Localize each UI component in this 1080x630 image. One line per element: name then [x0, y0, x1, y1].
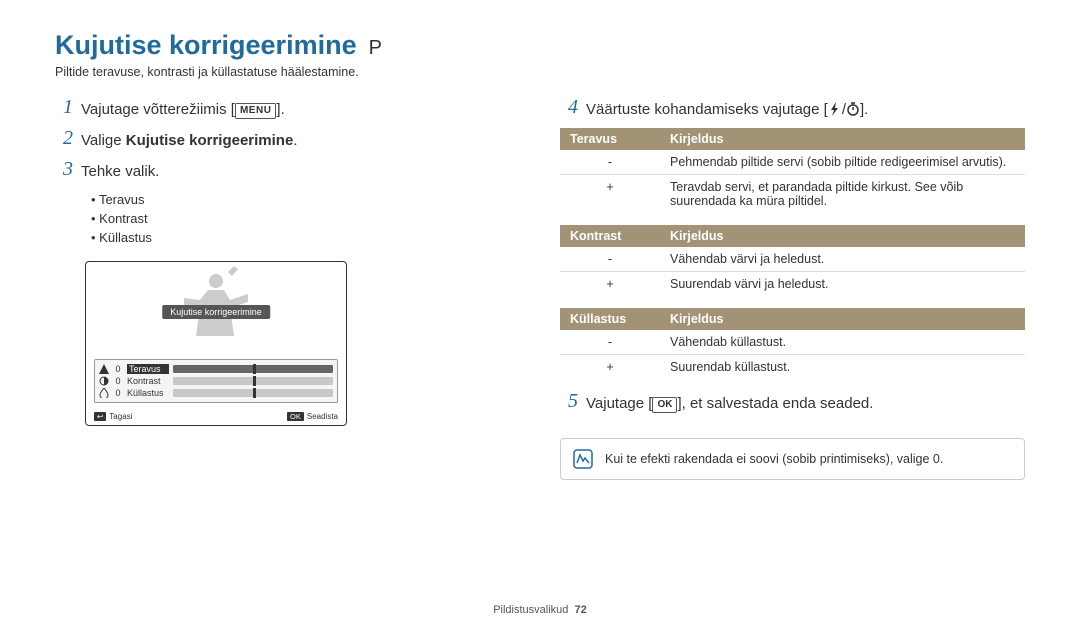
note-text: Kui te efekti rakendada ei soovi (sobib … — [605, 452, 943, 466]
cell-val: Teravdab servi, et parandada piltide kir… — [660, 175, 1025, 214]
step-number: 2 — [55, 128, 73, 148]
lcd-row-contrast: 0 Kontrast — [99, 375, 333, 387]
menu-icon: MENU — [235, 103, 276, 119]
cell-key: + — [560, 175, 660, 214]
cell-val: Suurendab värvi ja heledust. — [660, 272, 1025, 297]
step-text: Tehke valik. — [81, 159, 159, 182]
back-button-icon: ↩ — [94, 412, 106, 421]
step-text: Vajutage võtterežiimis [MENU]. — [81, 97, 285, 120]
step-text: Vajutage [OK], et salvestada enda seaded… — [586, 391, 873, 414]
th: Teravus — [560, 128, 660, 150]
lcd-slider — [173, 389, 333, 397]
ok-button-icon: OK — [287, 412, 304, 421]
ok-icon: OK — [652, 397, 677, 413]
th: Kirjeldus — [660, 225, 1025, 247]
page-mode: P — [369, 37, 382, 60]
table-row: +Teravdab servi, et parandada piltide ki… — [560, 175, 1025, 214]
text: Vajutage [ — [586, 395, 652, 412]
right-column: 4 Väärtuste kohandamiseks vajutage [/]. … — [560, 97, 1025, 480]
text: Vajutage võtterežiimis [ — [81, 101, 235, 118]
step-3: 3 Tehke valik. — [55, 159, 520, 182]
step-text: Väärtuste kohandamiseks vajutage [/]. — [586, 97, 868, 120]
step-5: 5 Vajutage [OK], et salvestada enda sead… — [560, 391, 1025, 414]
page-title: Kujutise korrigeerimine — [55, 30, 357, 61]
th: Küllastus — [560, 308, 660, 330]
flash-icon — [828, 101, 842, 115]
cell-key: + — [560, 272, 660, 297]
text: ]. — [860, 101, 868, 118]
step-number: 1 — [55, 97, 73, 117]
th: Kirjeldus — [660, 308, 1025, 330]
footer-section: Pildistusvalikud — [493, 604, 568, 616]
cell-key: - — [560, 150, 660, 175]
table-row: -Pehmendab piltide servi (sobib piltide … — [560, 150, 1025, 175]
back-label: Tagasi — [109, 412, 132, 421]
step-text: Valige Kujutise korrigeerimine. — [81, 128, 298, 151]
lcd-label: Kontrast — [127, 376, 169, 386]
saturation-icon — [99, 388, 109, 398]
bullet-item: Kontrast — [91, 209, 520, 228]
lcd-footer: ↩Tagasi OKSeadista — [94, 412, 338, 421]
th: Kontrast — [560, 225, 660, 247]
lcd-value: 0 — [113, 364, 123, 374]
step-1: 1 Vajutage võtterežiimis [MENU]. — [55, 97, 520, 120]
set-label: Seadista — [307, 412, 338, 421]
text: . — [293, 132, 297, 149]
bullet-item: Küllastus — [91, 228, 520, 247]
cell-key: + — [560, 355, 660, 380]
cell-key: - — [560, 247, 660, 272]
timer-icon — [846, 101, 860, 115]
cell-val: Vähendab värvi ja heledust. — [660, 247, 1025, 272]
lcd-slider — [173, 365, 333, 373]
table-contrast: KontrastKirjeldus -Vähendab värvi ja hel… — [560, 225, 1025, 296]
cell-val: Pehmendab piltide servi (sobib piltide r… — [660, 150, 1025, 175]
lcd-title: Kujutise korrigeerimine — [162, 305, 270, 319]
step-2: 2 Valige Kujutise korrigeerimine. — [55, 128, 520, 151]
table-sharpness: TeravusKirjeldus -Pehmendab piltide serv… — [560, 128, 1025, 213]
option-bullets: Teravus Kontrast Küllastus — [91, 190, 520, 247]
camera-lcd-preview: Kujutise korrigeerimine 0 Teravus 0 Kont… — [85, 261, 347, 426]
bullet-item: Teravus — [91, 190, 520, 209]
page-number: 72 — [575, 604, 587, 616]
table-row: -Vähendab küllastust. — [560, 330, 1025, 355]
table-row: +Suurendab küllastust. — [560, 355, 1025, 380]
text: Valige — [81, 132, 126, 149]
lcd-row-saturation: 0 Küllastus — [99, 387, 333, 399]
contrast-icon — [99, 376, 109, 386]
page-subtitle: Piltide teravuse, kontrasti ja küllastat… — [55, 65, 1025, 79]
table-saturation: KüllastusKirjeldus -Vähendab küllastust.… — [560, 308, 1025, 379]
lcd-row-sharpness: 0 Teravus — [99, 363, 333, 375]
bold-text: Kujutise korrigeerimine — [126, 132, 294, 149]
table-row: +Suurendab värvi ja heledust. — [560, 272, 1025, 297]
lcd-slider — [173, 377, 333, 385]
sharpness-icon — [99, 364, 109, 374]
silhouette-graphic — [176, 266, 256, 336]
left-column: 1 Vajutage võtterežiimis [MENU]. 2 Valig… — [55, 97, 520, 480]
cell-val: Vähendab küllastust. — [660, 330, 1025, 355]
step-4: 4 Väärtuste kohandamiseks vajutage [/]. — [560, 97, 1025, 120]
text: Väärtuste kohandamiseks vajutage [ — [586, 101, 828, 118]
step-number: 4 — [560, 97, 578, 117]
step-number: 3 — [55, 159, 73, 179]
lcd-label: Küllastus — [127, 388, 169, 398]
th: Kirjeldus — [660, 128, 1025, 150]
step-number: 5 — [560, 391, 578, 411]
lcd-panel: 0 Teravus 0 Kontrast 0 Küllastus — [94, 359, 338, 403]
table-row: -Vähendab värvi ja heledust. — [560, 247, 1025, 272]
text: ], et salvestada enda seaded. — [677, 395, 873, 412]
note-box: Kui te efekti rakendada ei soovi (sobib … — [560, 438, 1025, 480]
cell-key: - — [560, 330, 660, 355]
lcd-value: 0 — [113, 376, 123, 386]
text: ]. — [276, 101, 284, 118]
lcd-value: 0 — [113, 388, 123, 398]
note-icon — [573, 449, 593, 469]
cell-val: Suurendab küllastust. — [660, 355, 1025, 380]
page-footer: Pildistusvalikud 72 — [0, 604, 1080, 616]
lcd-label: Teravus — [127, 364, 169, 374]
